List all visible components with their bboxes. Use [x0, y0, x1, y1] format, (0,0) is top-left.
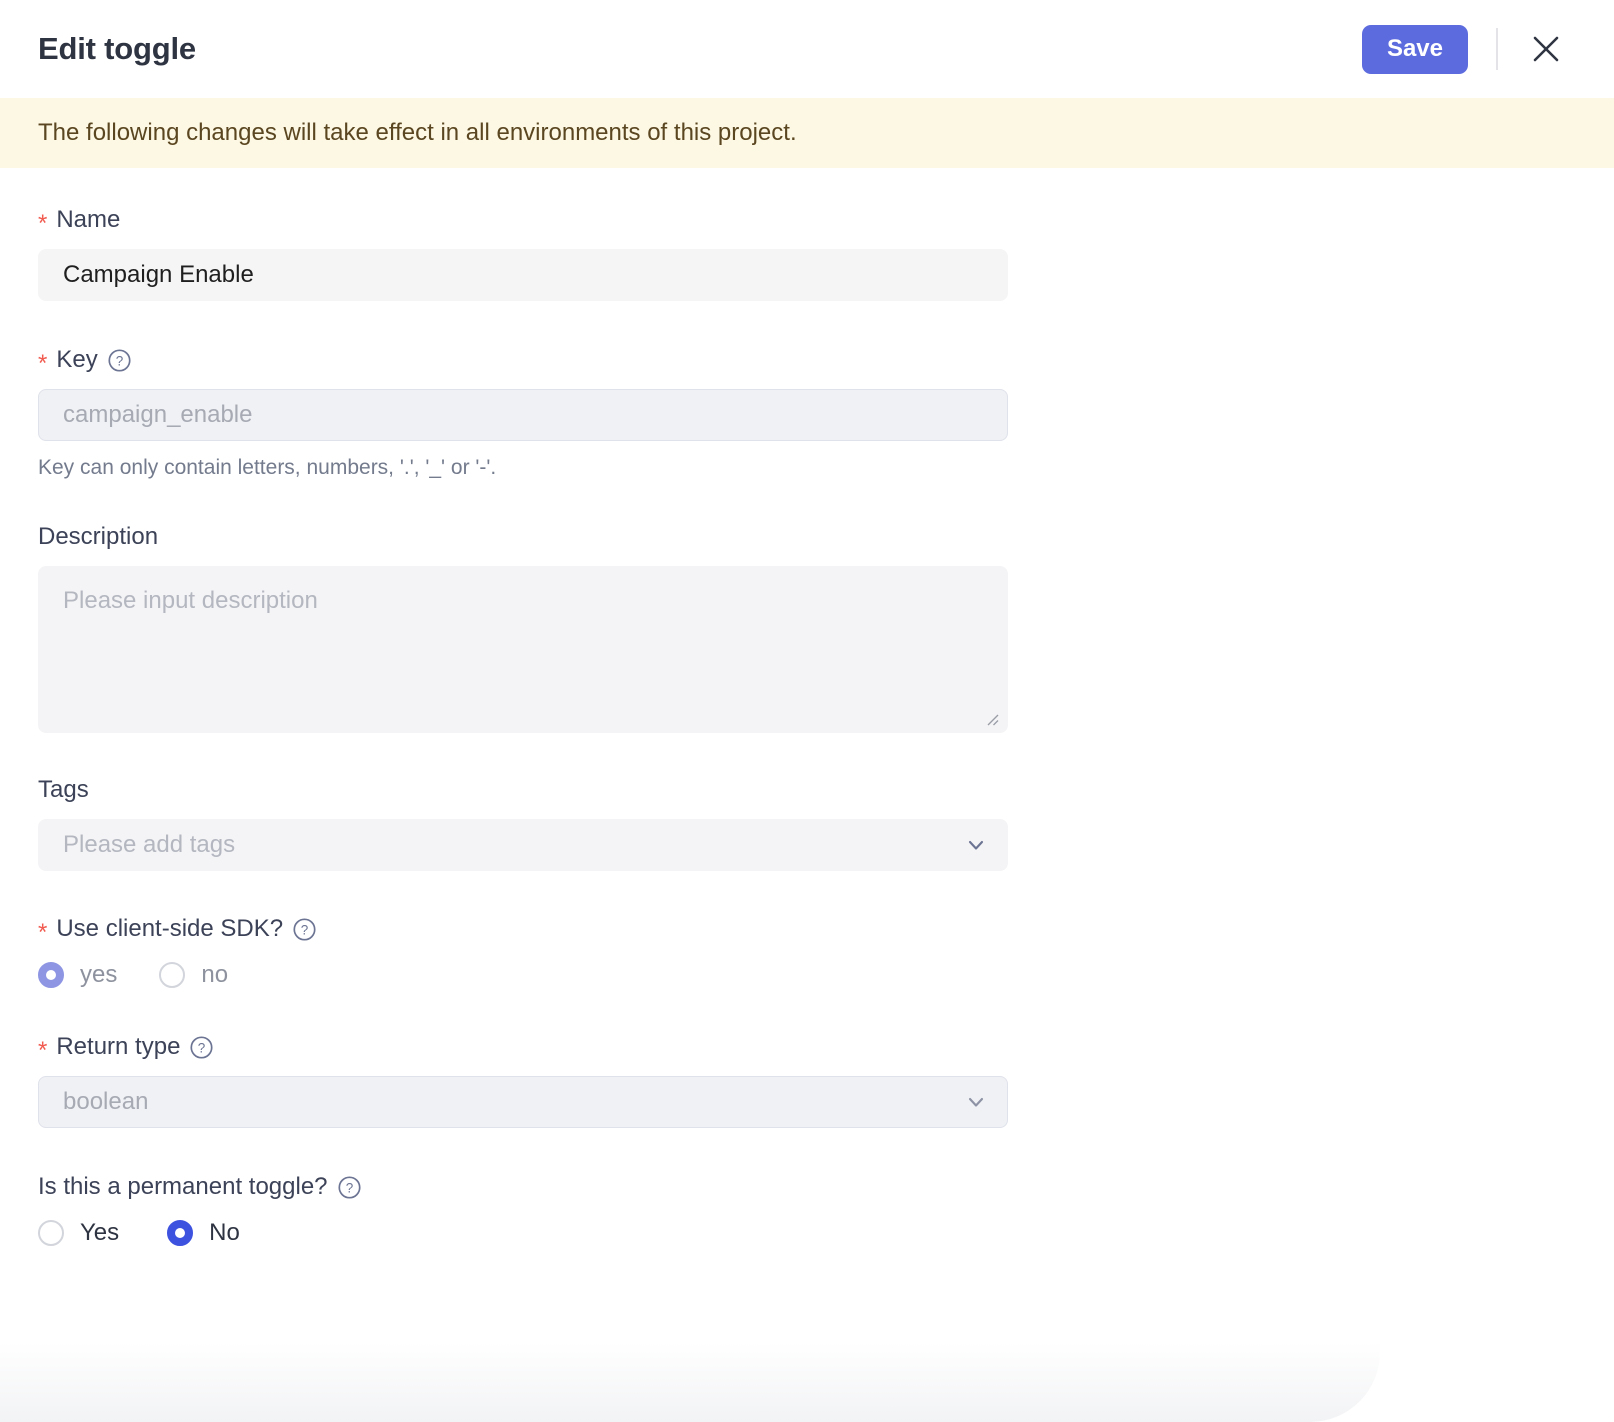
permanent-toggle-radio-yes-label: Yes: [80, 1219, 120, 1246]
permanent-toggle-radio-no[interactable]: No: [167, 1219, 240, 1247]
client-sdk-radio-yes-label: yes: [80, 961, 118, 988]
panel-bottom-shadow: [0, 1342, 1380, 1422]
required-marker: *: [38, 210, 48, 237]
description-placeholder: Please input description: [63, 587, 318, 614]
key-input[interactable]: campaign_enable: [38, 389, 1008, 441]
return-type-label-text: Return type: [56, 1032, 181, 1060]
return-type-select[interactable]: boolean: [38, 1076, 1008, 1128]
name-input[interactable]: Campaign Enable: [38, 249, 1008, 301]
return-type-label: * Return type ?: [38, 1032, 1576, 1062]
page-title: Edit toggle: [38, 31, 196, 66]
field-client-sdk: * Use client-side SDK? ? yes no: [38, 916, 1576, 989]
field-tags: Tags Please add tags: [38, 778, 1576, 871]
field-description: Description Please input description: [38, 525, 1576, 733]
name-label-text: Name: [56, 206, 121, 233]
name-input-value: Campaign Enable: [63, 261, 254, 288]
description-label: Description: [38, 525, 1576, 549]
description-label-text: Description: [38, 523, 159, 550]
svg-text:?: ?: [198, 1041, 206, 1056]
tags-select[interactable]: Please add tags: [38, 819, 1008, 871]
name-label: * Name: [38, 206, 1576, 236]
permanent-toggle-label: Is this a permanent toggle? ?: [38, 1174, 1576, 1199]
radio-indicator-unselected: [38, 1220, 64, 1246]
key-label-text: Key: [56, 345, 98, 373]
header-divider: [1496, 28, 1498, 70]
description-textarea[interactable]: Please input description: [38, 566, 1008, 733]
field-name: * Name Campaign Enable: [38, 208, 1576, 301]
field-return-type: * Return type ? boolean: [38, 1034, 1576, 1128]
drawer-header: Edit toggle Save: [0, 0, 1614, 98]
svg-text:?: ?: [345, 1181, 353, 1196]
tags-placeholder: Please add tags: [63, 831, 236, 858]
permanent-toggle-radio-group: Yes No: [38, 1219, 1576, 1247]
required-marker: *: [38, 918, 48, 946]
chevron-down-icon: [968, 840, 984, 850]
field-key: * Key ? campaign_enable Key can only con…: [38, 347, 1576, 480]
key-hint-text: Key can only contain letters, numbers, '…: [38, 456, 497, 479]
client-sdk-radio-no-label: no: [201, 961, 229, 988]
svg-text:?: ?: [115, 354, 123, 369]
required-marker: *: [38, 349, 48, 377]
client-sdk-radio-group: yes no: [38, 961, 1576, 989]
permanent-toggle-radio-no-label: No: [209, 1219, 240, 1246]
tags-label: Tags: [38, 778, 1576, 802]
key-input-value: campaign_enable: [63, 401, 253, 428]
notice-text: The following changes will take effect i…: [38, 119, 797, 146]
close-button[interactable]: [1526, 29, 1566, 69]
radio-indicator-selected: [167, 1220, 194, 1246]
question-circle-icon[interactable]: ?: [189, 1035, 214, 1060]
radio-indicator-selected: [38, 962, 64, 988]
return-type-value: boolean: [63, 1088, 149, 1115]
header-actions: Save: [1361, 24, 1576, 74]
radio-indicator-unselected: [159, 962, 186, 988]
client-sdk-label: * Use client-side SDK? ?: [38, 914, 1576, 944]
permanent-toggle-label-text: Is this a permanent toggle?: [38, 1172, 328, 1200]
question-circle-icon[interactable]: ?: [292, 917, 317, 942]
tags-label-text: Tags: [38, 776, 89, 803]
close-icon: [1533, 36, 1559, 62]
client-sdk-radio-yes[interactable]: yes: [38, 961, 117, 989]
chevron-down-icon: [968, 1097, 984, 1107]
notice-banner: The following changes will take effect i…: [0, 98, 1614, 168]
permanent-toggle-radio-yes[interactable]: Yes: [38, 1219, 119, 1247]
question-circle-icon[interactable]: ?: [107, 348, 132, 373]
client-sdk-radio-no[interactable]: no: [159, 961, 228, 989]
edit-toggle-form: * Name Campaign Enable * Key ? campaign_…: [0, 168, 1614, 1247]
resize-grip-icon[interactable]: [984, 711, 1000, 727]
key-label: * Key ?: [38, 345, 1576, 375]
field-permanent-toggle: Is this a permanent toggle? ? Yes No: [38, 1174, 1576, 1247]
svg-text:?: ?: [301, 923, 309, 938]
client-sdk-label-text: Use client-side SDK?: [56, 914, 284, 942]
required-marker: *: [38, 1036, 48, 1064]
question-circle-icon[interactable]: ?: [337, 1175, 362, 1200]
save-button[interactable]: Save: [1361, 24, 1468, 74]
